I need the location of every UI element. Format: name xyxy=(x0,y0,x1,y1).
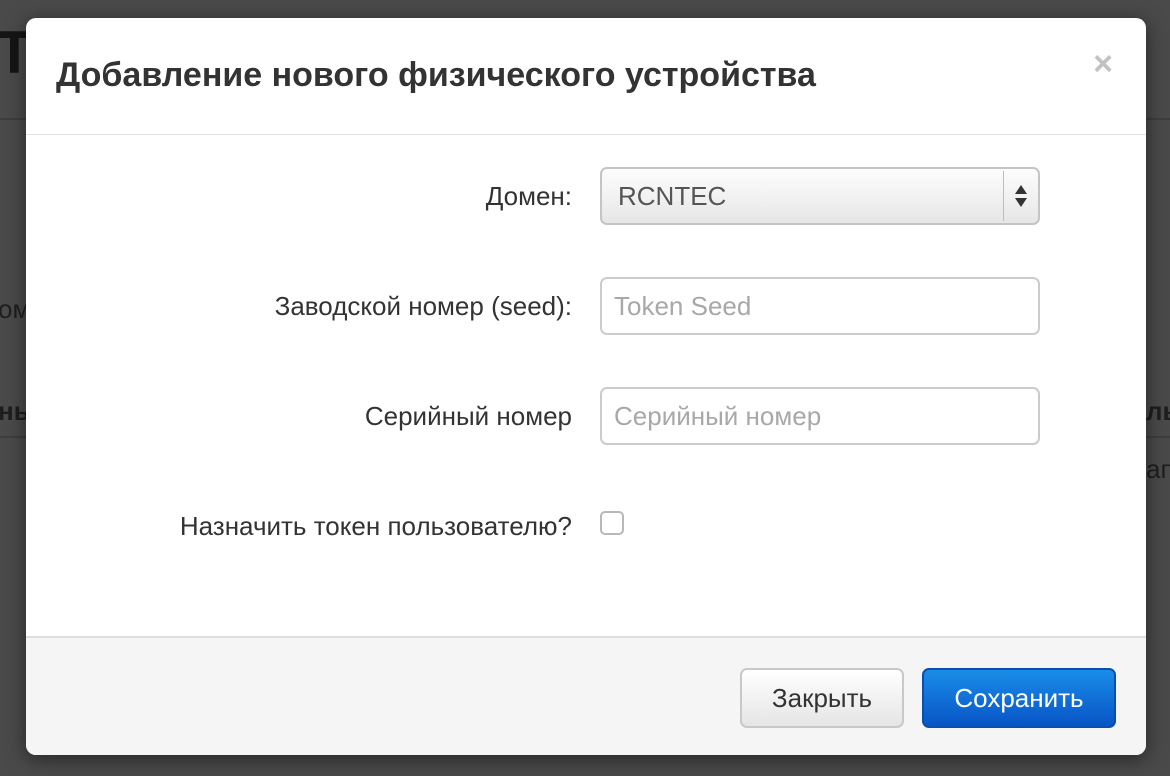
close-icon[interactable]: × xyxy=(1090,46,1116,82)
modal-header: Добавление нового физического устройства… xyxy=(26,18,1146,135)
seed-input[interactable]: Token Seed xyxy=(600,277,1040,335)
domain-label: Домен: xyxy=(485,181,572,211)
select-arrows-icon xyxy=(1014,183,1028,209)
select-divider xyxy=(1003,171,1004,221)
close-button[interactable]: Закрыть xyxy=(740,668,904,728)
bg-text-fragment: ап xyxy=(1146,454,1170,484)
assign-label: Назначить токен пользователю? xyxy=(179,511,572,541)
assign-checkbox[interactable] xyxy=(600,511,624,535)
serial-row: Серийный номер Серийный номер xyxy=(26,386,1146,446)
modal-footer: Закрыть Сохранить xyxy=(26,636,1146,755)
add-device-modal: Добавление нового физического устройства… xyxy=(26,18,1146,755)
seed-row: Заводской номер (seed): Token Seed xyxy=(26,276,1146,336)
serial-label: Серийный номер xyxy=(364,401,572,431)
modal-title: Добавление нового физического устройства xyxy=(56,56,816,94)
save-button[interactable]: Сохранить xyxy=(922,668,1116,728)
bg-text-fragment: ль xyxy=(1146,396,1170,426)
domain-select-value: RCNTEC xyxy=(618,181,727,211)
seed-label: Заводской номер (seed): xyxy=(274,291,572,321)
assign-row: Назначить токен пользователю? xyxy=(26,496,1146,556)
serial-input[interactable]: Серийный номер xyxy=(600,387,1040,445)
domain-select[interactable]: RCNTEC xyxy=(600,167,1040,225)
domain-row: Домен: RCNTEC xyxy=(26,166,1146,226)
